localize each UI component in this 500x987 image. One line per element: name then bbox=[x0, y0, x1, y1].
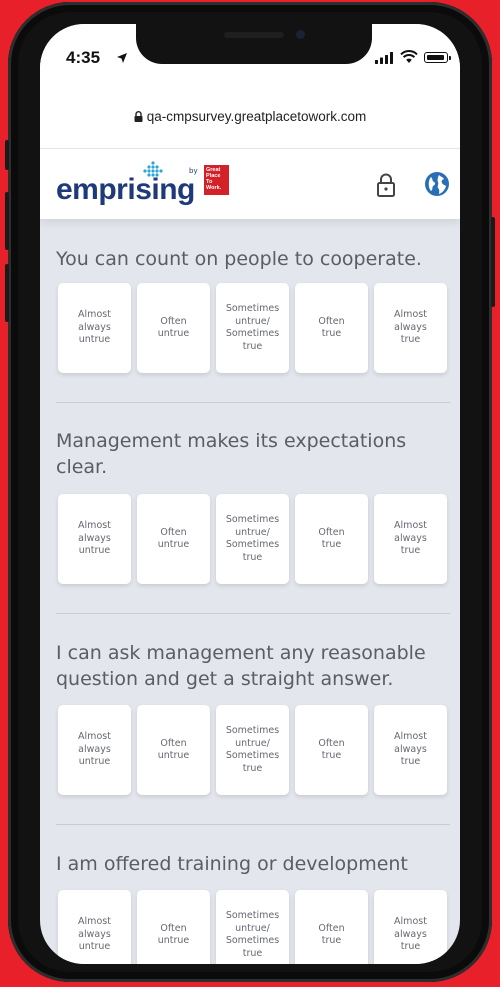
battery-level bbox=[426, 54, 444, 60]
option-almost-always-untrue[interactable]: Almost always untrue bbox=[58, 283, 131, 373]
question-text: I can ask management any reasonable ques… bbox=[56, 642, 426, 690]
cellular-signal-icon bbox=[375, 52, 393, 64]
notch bbox=[136, 24, 372, 64]
question-block-1: You can count on people to cooperate. bbox=[56, 246, 452, 272]
option-often-true[interactable]: Often true bbox=[295, 890, 368, 964]
speaker-grille bbox=[224, 32, 284, 38]
logo-wordmark: emprising bbox=[56, 173, 195, 206]
question-block-4: I am offered training or development bbox=[56, 851, 452, 877]
volume-down-button bbox=[5, 264, 9, 322]
phone-screen: 4:35 qa-cmpsurvey.greatplacetowork.com e… bbox=[40, 24, 460, 964]
option-often-untrue[interactable]: Often untrue bbox=[137, 705, 210, 795]
silent-switch bbox=[5, 140, 9, 170]
option-almost-always-true[interactable]: Almost always true bbox=[374, 494, 447, 584]
great-place-to-work-badge: Great Place To Work. bbox=[204, 165, 229, 195]
globe-icon[interactable] bbox=[424, 171, 450, 197]
option-sometimes-untrue-sometimes-true[interactable]: Sometimes untrue/ Sometimes true bbox=[216, 283, 289, 373]
question-divider bbox=[56, 824, 450, 825]
question-block-3: I can ask management any reasonable ques… bbox=[56, 640, 452, 692]
option-often-untrue[interactable]: Often untrue bbox=[137, 283, 210, 373]
option-almost-always-true[interactable]: Almost always true bbox=[374, 890, 447, 964]
url-text: qa-cmpsurvey.greatplacetowork.com bbox=[146, 109, 367, 124]
power-button bbox=[491, 217, 495, 307]
volume-up-button bbox=[5, 192, 9, 250]
battery-icon bbox=[424, 52, 451, 63]
browser-address-area: qa-cmpsurvey.greatplacetowork.com bbox=[40, 98, 460, 148]
answer-options-q4: Almost always untrue Often untrue Someti… bbox=[58, 890, 450, 964]
answer-options-q3: Almost always untrue Often untrue Someti… bbox=[58, 705, 450, 797]
option-often-true[interactable]: Often true bbox=[295, 705, 368, 795]
front-camera bbox=[296, 30, 305, 39]
option-almost-always-true[interactable]: Almost always true bbox=[374, 283, 447, 373]
site-header: emprising by Great Place To Work. bbox=[40, 148, 460, 219]
question-text: I am offered training or development bbox=[56, 853, 408, 875]
question-divider bbox=[56, 613, 450, 614]
question-text: Management makes its expectations clear. bbox=[56, 430, 407, 478]
option-almost-always-untrue[interactable]: Almost always untrue bbox=[58, 890, 131, 964]
question-block-2: Management makes its expectations clear. bbox=[56, 428, 452, 480]
logo-by-label: by bbox=[189, 167, 198, 175]
lock-icon[interactable] bbox=[376, 173, 396, 197]
option-often-true[interactable]: Often true bbox=[295, 283, 368, 373]
emprising-logo: emprising by Great Place To Work. bbox=[56, 161, 256, 206]
secure-lock-icon bbox=[134, 111, 143, 122]
option-often-true[interactable]: Often true bbox=[295, 494, 368, 584]
option-almost-always-untrue[interactable]: Almost always untrue bbox=[58, 494, 131, 584]
question-text: You can count on people to cooperate. bbox=[56, 248, 422, 270]
address-bar[interactable]: qa-cmpsurvey.greatplacetowork.com bbox=[40, 102, 460, 132]
location-arrow-icon bbox=[117, 53, 127, 63]
option-sometimes-untrue-sometimes-true[interactable]: Sometimes untrue/ Sometimes true bbox=[216, 705, 289, 795]
option-almost-always-untrue[interactable]: Almost always untrue bbox=[58, 705, 131, 795]
option-sometimes-untrue-sometimes-true[interactable]: Sometimes untrue/ Sometimes true bbox=[216, 890, 289, 964]
option-often-untrue[interactable]: Often untrue bbox=[137, 494, 210, 584]
wifi-icon bbox=[400, 50, 418, 63]
survey-content: You can count on people to cooperate. Al… bbox=[40, 218, 460, 964]
status-time: 4:35 bbox=[66, 48, 101, 67]
answer-options-q2: Almost always untrue Often untrue Someti… bbox=[58, 494, 450, 586]
option-almost-always-true[interactable]: Almost always true bbox=[374, 705, 447, 795]
answer-options-q1: Almost always untrue Often untrue Someti… bbox=[58, 283, 450, 375]
option-often-untrue[interactable]: Often untrue bbox=[137, 890, 210, 964]
question-divider bbox=[56, 402, 450, 403]
option-sometimes-untrue-sometimes-true[interactable]: Sometimes untrue/ Sometimes true bbox=[216, 494, 289, 584]
